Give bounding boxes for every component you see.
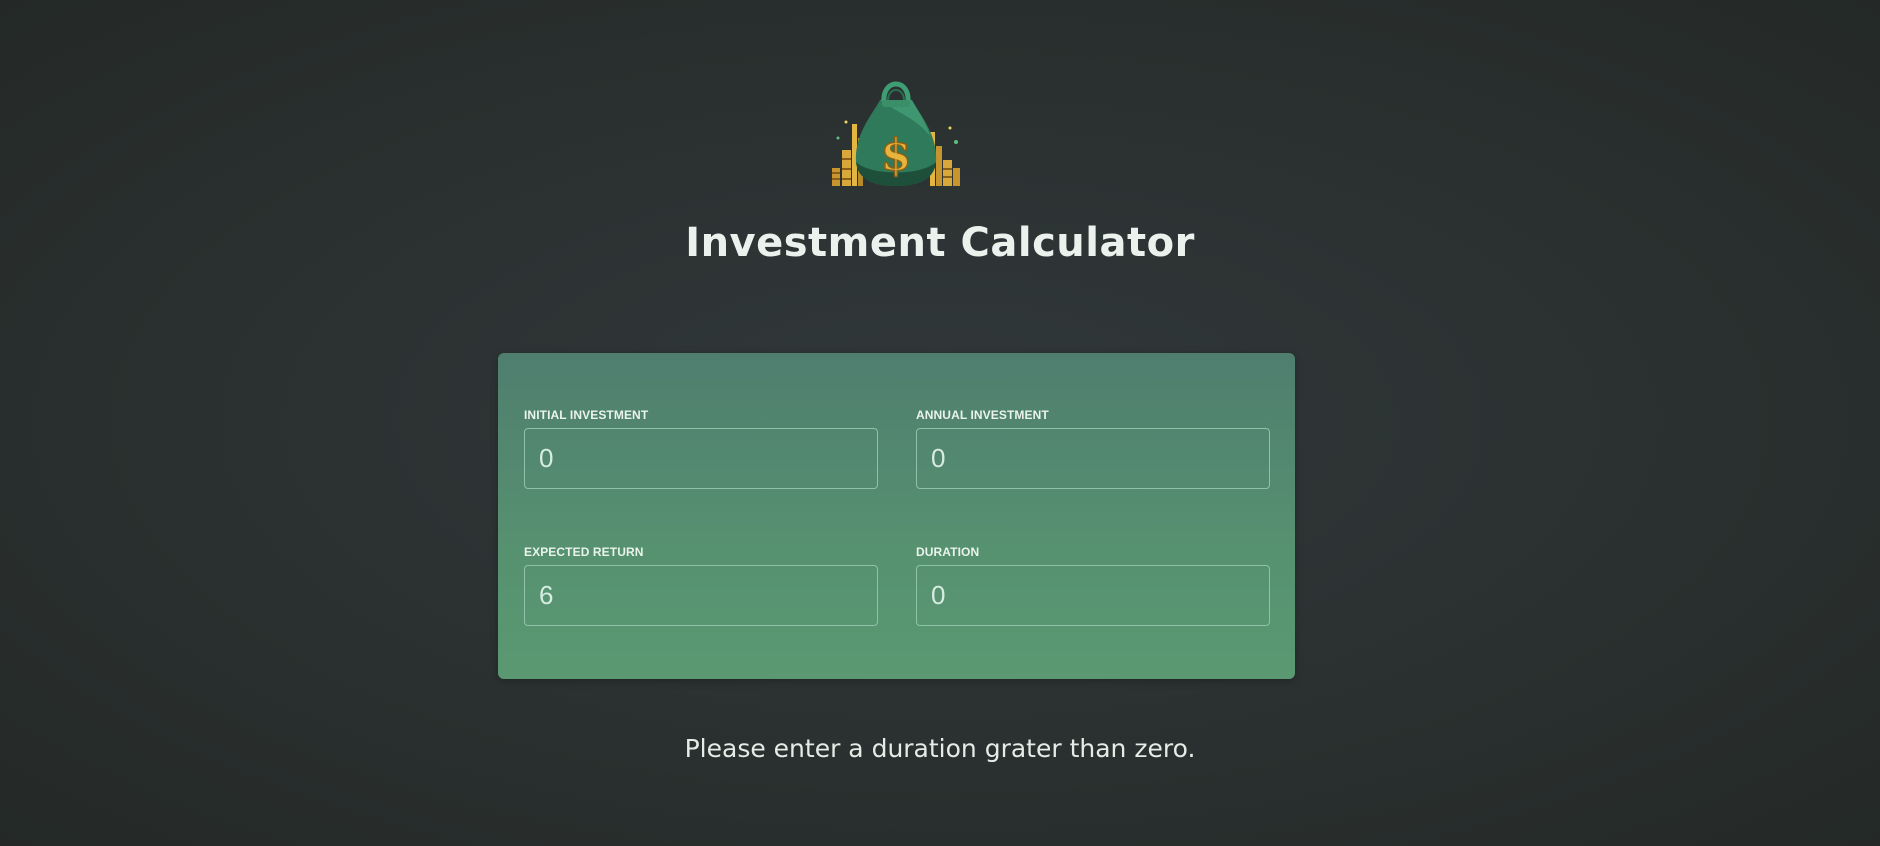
annual-investment-label: ANNUAL INVESTMENT [916,408,1049,422]
duration-input[interactable] [916,565,1270,626]
money-bag-icon: $ [826,72,966,188]
initial-investment-input[interactable] [524,428,878,489]
duration-group: DURATION [916,545,1270,626]
page-title: Investment Calculator [685,220,1195,266]
annual-investment-group: ANNUAL INVESTMENT [916,408,1270,489]
validation-message: Please enter a duration grater than zero… [684,734,1196,763]
expected-return-input[interactable] [524,565,878,626]
investment-form: INITIAL INVESTMENT ANNUAL INVESTMENT EXP… [498,353,1295,679]
expected-return-group: EXPECTED RETURN [524,545,878,626]
annual-investment-input[interactable] [916,428,1270,489]
expected-return-label: EXPECTED RETURN [524,545,644,559]
initial-investment-label: INITIAL INVESTMENT [524,408,649,422]
svg-text:$: $ [881,130,912,181]
duration-label: DURATION [916,545,980,559]
initial-investment-group: INITIAL INVESTMENT [524,408,878,489]
